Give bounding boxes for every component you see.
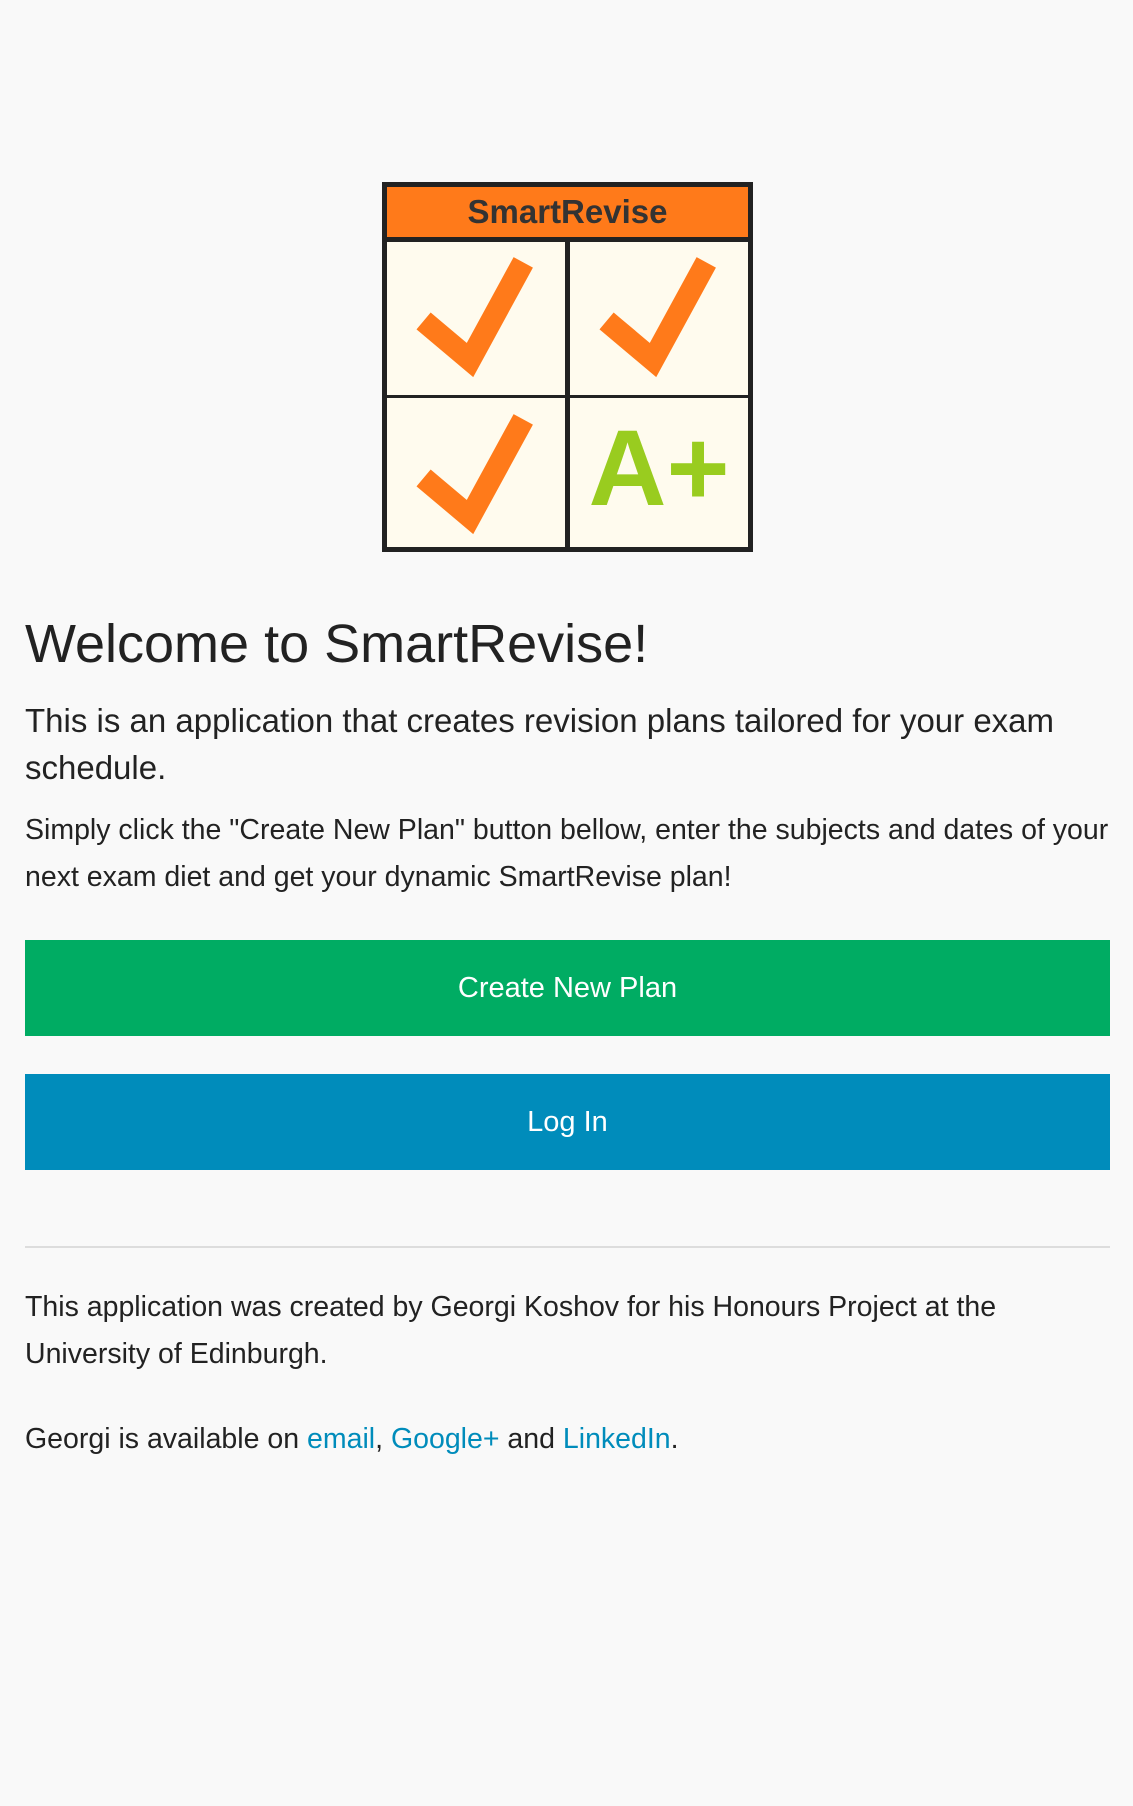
- divider: [25, 1246, 1110, 1248]
- logo-banner-text: SmartRevise: [468, 193, 668, 230]
- page-title: Welcome to SmartRevise!: [25, 614, 649, 674]
- log-in-button[interactable]: Log In: [25, 1074, 1110, 1170]
- smartrevise-logo: SmartRevise A+: [380, 180, 755, 554]
- logo-cell: [570, 242, 748, 395]
- contact-text: Georgi is available on email, Google+ an…: [25, 1416, 1110, 1463]
- create-new-plan-button[interactable]: Create New Plan: [25, 940, 1110, 1036]
- contact-period: .: [670, 1423, 679, 1455]
- contact-prefix: Georgi is available on: [25, 1423, 307, 1455]
- googleplus-link[interactable]: Google+: [391, 1423, 500, 1455]
- logo-cell: [387, 242, 565, 395]
- logo-grade-text: A+: [588, 407, 729, 528]
- contact-and: and: [499, 1423, 563, 1455]
- contact-comma: ,: [375, 1423, 384, 1455]
- intro-instructions: Simply click the "Create New Plan" butto…: [25, 814, 1109, 893]
- credit-text: This application was created by Georgi K…: [25, 1291, 997, 1370]
- intro-lead: This is an application that creates revi…: [25, 702, 1055, 786]
- email-link[interactable]: email: [307, 1423, 375, 1455]
- linkedin-link[interactable]: LinkedIn: [563, 1423, 671, 1455]
